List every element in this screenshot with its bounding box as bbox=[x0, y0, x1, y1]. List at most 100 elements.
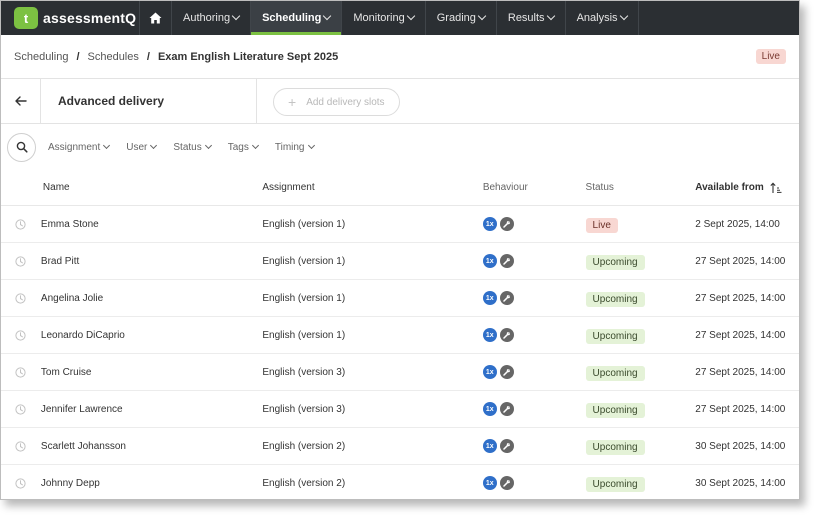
filter-assignment[interactable]: Assignment bbox=[48, 141, 111, 153]
clock-icon bbox=[15, 477, 27, 489]
top-nav: t assessmentQ Authoring Scheduling Monit… bbox=[1, 1, 799, 35]
section-title: Advanced delivery bbox=[41, 79, 257, 123]
filter-assignment-label: Assignment bbox=[48, 141, 101, 153]
header-available-from[interactable]: Available from bbox=[695, 182, 799, 194]
clock-icon bbox=[15, 255, 27, 267]
header-name[interactable]: Name bbox=[41, 182, 262, 193]
wrench-icon bbox=[499, 328, 514, 342]
breadcrumb-scheduling[interactable]: Scheduling bbox=[14, 51, 68, 63]
logo[interactable]: t assessmentQ bbox=[1, 1, 139, 35]
row-available-from: 27 Sept 2025, 14:00 bbox=[695, 403, 786, 415]
header-status[interactable]: Status bbox=[586, 182, 696, 193]
table-row[interactable]: Angelina Jolie English (version 1) 1x Up… bbox=[1, 280, 799, 317]
attempts-badge: 1x bbox=[482, 439, 497, 453]
row-assignment: English (version 1) bbox=[262, 329, 346, 341]
nav-analysis[interactable]: Analysis bbox=[566, 1, 639, 35]
logo-text: assessmentQ bbox=[43, 10, 137, 26]
sort-ascending-icon[interactable] bbox=[770, 182, 782, 194]
row-assignment: English (version 1) bbox=[262, 255, 346, 267]
breadcrumb-current: Exam English Literature Sept 2025 bbox=[157, 50, 339, 63]
attempts-badge: 1x bbox=[482, 476, 497, 490]
row-behaviour: 1x bbox=[482, 365, 586, 379]
nav-scheduling[interactable]: Scheduling bbox=[251, 1, 343, 35]
row-name: Leonardo DiCaprio bbox=[40, 329, 125, 341]
row-name: Tom Cruise bbox=[40, 366, 92, 378]
nav-monitoring-label: Monitoring bbox=[353, 12, 405, 24]
filter-timing[interactable]: Timing bbox=[274, 141, 315, 153]
filter-user-label: User bbox=[126, 141, 148, 153]
chevron-down-icon bbox=[204, 141, 212, 150]
wrench-icon bbox=[499, 217, 514, 231]
filter-timing-label: Timing bbox=[274, 141, 305, 153]
wrench-icon bbox=[499, 476, 514, 490]
breadcrumb-separator: / bbox=[76, 50, 80, 63]
row-name: Emma Stone bbox=[40, 218, 99, 230]
row-assignment: English (version 3) bbox=[262, 403, 346, 415]
table-row[interactable]: Brad Pitt English (version 1) 1x Upcomin… bbox=[1, 243, 799, 280]
row-assignment: English (version 1) bbox=[262, 292, 346, 304]
attempts-badge: 1x bbox=[482, 217, 497, 231]
row-available-from: 27 Sept 2025, 14:00 bbox=[695, 329, 786, 341]
chevron-down-icon bbox=[546, 11, 555, 21]
search-button[interactable] bbox=[7, 132, 36, 162]
table-row[interactable]: Jennifer Lawrence English (version 3) 1x… bbox=[1, 391, 799, 428]
nav-results-label: Results bbox=[507, 12, 545, 24]
row-behaviour: 1x bbox=[482, 291, 586, 305]
table-row[interactable]: Scarlett Johansson English (version 2) 1… bbox=[1, 428, 799, 465]
row-behaviour: 1x bbox=[482, 254, 586, 268]
status-badge: Live bbox=[585, 218, 618, 233]
row-name: Brad Pitt bbox=[40, 255, 80, 267]
chevron-down-icon bbox=[307, 141, 315, 150]
table-row[interactable]: Johnny Depp English (version 2) 1x Upcom… bbox=[1, 465, 799, 499]
nav-grading[interactable]: Grading bbox=[426, 1, 497, 35]
table-row[interactable]: Emma Stone English (version 1) 1x Live 2… bbox=[1, 206, 799, 243]
chevron-down-icon bbox=[251, 141, 259, 150]
status-badge: Upcoming bbox=[585, 329, 645, 344]
row-behaviour: 1x bbox=[482, 476, 586, 490]
nav-authoring[interactable]: Authoring bbox=[172, 1, 252, 35]
nav-results[interactable]: Results bbox=[497, 1, 566, 35]
breadcrumb-separator: / bbox=[146, 50, 150, 63]
breadcrumb-schedules[interactable]: Schedules bbox=[88, 51, 139, 63]
delivery-table: Name Assignment Behaviour Status Availab… bbox=[1, 170, 799, 499]
status-badge: Upcoming bbox=[585, 403, 645, 418]
chevron-down-icon bbox=[150, 141, 158, 150]
row-behaviour: 1x bbox=[482, 217, 586, 231]
filter-bar: Assignment User Status Tags Timing bbox=[1, 124, 799, 170]
home-button[interactable] bbox=[139, 1, 172, 35]
table-row[interactable]: Tom Cruise English (version 3) 1x Upcomi… bbox=[1, 354, 799, 391]
wrench-icon bbox=[499, 365, 514, 379]
header-assignment[interactable]: Assignment bbox=[262, 182, 482, 193]
wrench-icon bbox=[499, 291, 514, 305]
schedule-status-badge: Live bbox=[755, 49, 786, 64]
add-delivery-slots-button[interactable]: + Add delivery slots bbox=[273, 88, 400, 116]
header-available-from-label: Available from bbox=[695, 182, 764, 193]
nav-analysis-label: Analysis bbox=[576, 12, 618, 24]
add-delivery-slots-label: Add delivery slots bbox=[306, 96, 385, 108]
attempts-badge: 1x bbox=[482, 402, 497, 416]
app-window: t assessmentQ Authoring Scheduling Monit… bbox=[0, 0, 800, 500]
header-behaviour[interactable]: Behaviour bbox=[483, 182, 586, 193]
plus-icon: + bbox=[288, 94, 297, 110]
row-available-from: 30 Sept 2025, 14:00 bbox=[695, 440, 786, 452]
clock-icon bbox=[15, 329, 27, 341]
breadcrumb: Scheduling / Schedules / Exam English Li… bbox=[1, 35, 799, 79]
clock-icon bbox=[15, 218, 27, 230]
table-header: Name Assignment Behaviour Status Availab… bbox=[1, 170, 799, 206]
row-available-from: 27 Sept 2025, 14:00 bbox=[695, 292, 786, 304]
filter-status-label: Status bbox=[173, 141, 202, 153]
row-behaviour: 1x bbox=[482, 402, 586, 416]
row-available-from: 27 Sept 2025, 14:00 bbox=[695, 255, 786, 267]
row-name: Johnny Depp bbox=[40, 477, 100, 489]
table-row[interactable]: Leonardo DiCaprio English (version 1) 1x… bbox=[1, 317, 799, 354]
row-name: Jennifer Lawrence bbox=[40, 403, 123, 415]
search-icon bbox=[16, 141, 28, 153]
arrow-left-icon bbox=[14, 96, 27, 106]
filter-user[interactable]: User bbox=[126, 141, 158, 153]
row-assignment: English (version 1) bbox=[262, 218, 346, 230]
back-button[interactable] bbox=[1, 79, 41, 123]
filter-tags[interactable]: Tags bbox=[228, 141, 259, 153]
nav-monitoring[interactable]: Monitoring bbox=[342, 1, 426, 35]
filter-status[interactable]: Status bbox=[173, 141, 212, 153]
attempts-badge: 1x bbox=[482, 291, 497, 305]
